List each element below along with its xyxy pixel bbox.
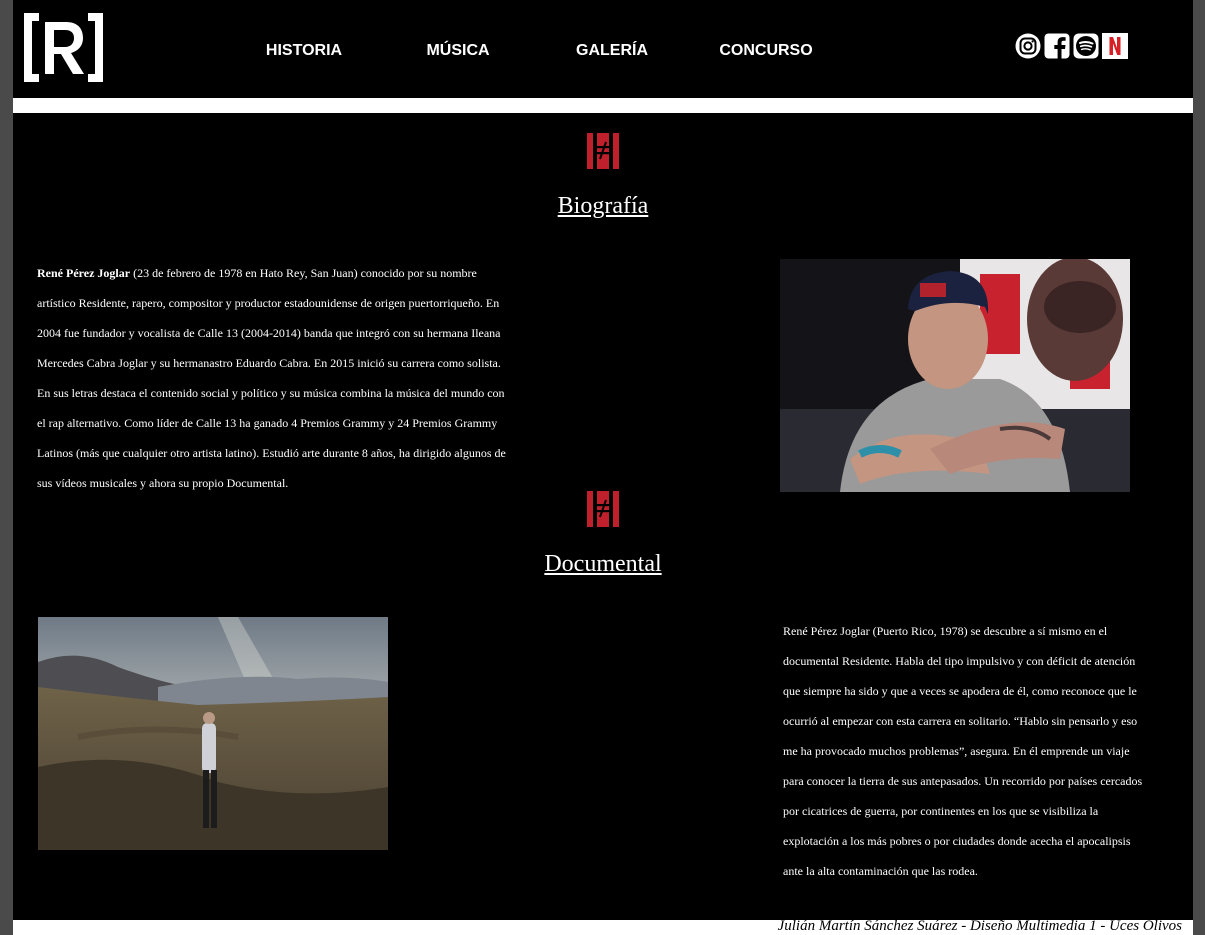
documentary-title: Documental — [544, 551, 662, 577]
netflix-icon[interactable] — [1102, 33, 1128, 59]
not-equal-mark-icon — [587, 491, 619, 527]
residente-portrait-photo — [780, 259, 1130, 492]
residente-logo[interactable] — [21, 10, 106, 85]
not-equal-mark-icon — [587, 133, 619, 169]
instagram-icon[interactable] — [1015, 33, 1041, 59]
biography-text: René Pérez Joglar (23 de febrero de 1978… — [37, 258, 515, 498]
footer-credit: Julián Martín Sánchez Suárez - Diseño Mu… — [777, 918, 1182, 934]
site-header: HISTORIA MÚSICA GALERÍA CONCURSO — [13, 0, 1193, 98]
page: HISTORIA MÚSICA GALERÍA CONCURSO Biograf… — [13, 0, 1193, 935]
nav-musica[interactable]: MÚSICA — [426, 42, 489, 60]
documentary-text: René Pérez Joglar (Puerto Rico, 1978) se… — [783, 624, 1143, 878]
facebook-icon[interactable] — [1044, 33, 1070, 59]
footer: Julián Martín Sánchez Suárez - Diseño Mu… — [13, 918, 1193, 935]
biography-name: René Pérez Joglar — [37, 266, 131, 280]
biography-title: Biografía — [557, 193, 649, 219]
documentary-landscape-photo — [38, 617, 388, 850]
header-divider — [13, 98, 1193, 113]
nav-historia[interactable]: HISTORIA — [266, 42, 342, 60]
spotify-icon[interactable] — [1073, 33, 1099, 59]
biography-body: (23 de febrero de 1978 en Hato Rey, San … — [37, 266, 506, 490]
nav-galeria[interactable]: GALERÍA — [576, 42, 648, 60]
nav-concurso[interactable]: CONCURSO — [719, 42, 812, 60]
